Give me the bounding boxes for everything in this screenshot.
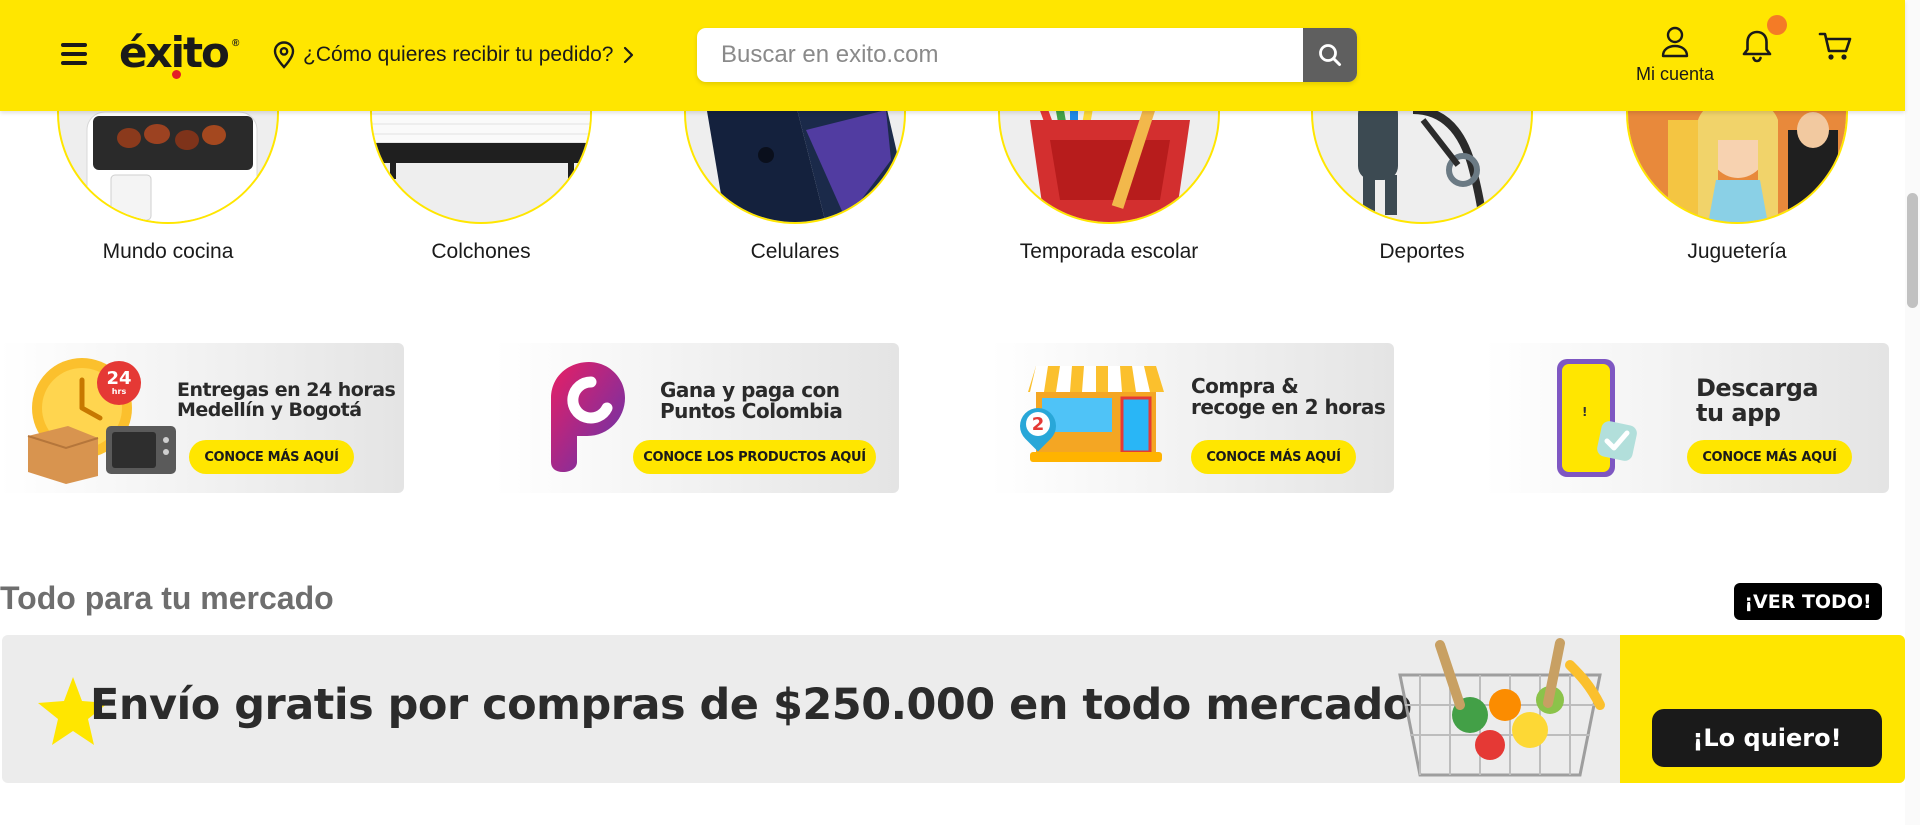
chevron-right-icon bbox=[623, 46, 633, 64]
promo-title-line2: recoge en 2 horas bbox=[1191, 395, 1386, 420]
location-pin-icon bbox=[273, 41, 295, 69]
logo-registered-mark: ® bbox=[232, 38, 240, 49]
logo-dot bbox=[172, 70, 181, 79]
site-header: éxito ® ¿Cómo quieres recibir tu pedido?… bbox=[0, 0, 1905, 111]
category-label: Temporada escolar bbox=[1019, 240, 1199, 263]
phone-mark: ! bbox=[1582, 405, 1588, 419]
see-all-button[interactable]: ¡VER TODO! bbox=[1734, 583, 1882, 620]
phone-app-icon bbox=[1557, 359, 1637, 477]
cart-icon bbox=[1818, 32, 1852, 60]
account-button[interactable]: Mi cuenta bbox=[1628, 26, 1722, 85]
promo-card-puntos-colombia[interactable]: Gana y paga con Puntos Colombia CONOCE L… bbox=[495, 343, 899, 493]
promo-card-download-app[interactable]: ! Descarga tu app CONOCE MÁS AQUÍ bbox=[1485, 343, 1889, 493]
account-label: Mi cuenta bbox=[1635, 64, 1715, 84]
promo-title-line2: Medellín y Bogotá bbox=[177, 399, 362, 422]
search-icon bbox=[1319, 44, 1341, 66]
category-label: Mundo cocina bbox=[102, 240, 234, 263]
user-icon bbox=[1661, 26, 1689, 58]
search-bar bbox=[697, 28, 1357, 82]
promo-title-line1: Entregas en 24 horas bbox=[177, 379, 396, 401]
page-scrollbar-thumb[interactable] bbox=[1907, 193, 1918, 308]
section-title: Todo para tu mercado bbox=[0, 580, 334, 616]
notifications-button[interactable] bbox=[1739, 28, 1775, 64]
cart-button[interactable] bbox=[1818, 28, 1854, 64]
page-scrollbar-track[interactable] bbox=[1905, 0, 1920, 825]
delivery-prompt: ¿Cómo quieres recibir tu pedido? bbox=[303, 43, 614, 66]
promo-title: Descarga tu app bbox=[1696, 374, 1819, 428]
puntos-colombia-logo-icon bbox=[551, 362, 625, 472]
promo-title: Gana y paga con Puntos Colombia bbox=[660, 378, 843, 424]
24h-badge-number: 24 bbox=[106, 368, 132, 389]
banner-cta-button[interactable]: ¡Lo quiero! bbox=[1652, 709, 1882, 767]
category-label: Celulares bbox=[750, 240, 840, 263]
notification-badge bbox=[1767, 15, 1787, 35]
category-label: Juguetería bbox=[1687, 240, 1787, 263]
promo-button[interactable]: CONOCE LOS PRODUCTOS AQUÍ bbox=[633, 440, 876, 474]
search-button[interactable] bbox=[1303, 28, 1357, 82]
free-shipping-banner[interactable]: Envío gratis por compras de $250.000 en … bbox=[2, 635, 1905, 783]
search-input[interactable] bbox=[697, 28, 1303, 82]
promo-title: Compra & recoge en 2 horas bbox=[1191, 374, 1386, 420]
promo-title-line2: Puntos Colombia bbox=[660, 399, 843, 424]
promo-title-line1: Compra & bbox=[1191, 374, 1299, 398]
promo-title: Entregas en 24 horas Medellín y Bogotá bbox=[177, 379, 396, 422]
promo-button[interactable]: CONOCE MÁS AQUÍ bbox=[1687, 440, 1852, 474]
grocery-cart-icon bbox=[1398, 638, 1605, 777]
promo-button[interactable]: CONOCE MÁS AQUÍ bbox=[1191, 440, 1356, 474]
promo-button[interactable]: CONOCE MÁS AQUÍ bbox=[189, 440, 354, 474]
menu-icon[interactable] bbox=[61, 40, 87, 68]
pin-number: 2 bbox=[1026, 412, 1050, 436]
bell-icon bbox=[1742, 30, 1772, 63]
promo-title-line2: tu app bbox=[1696, 399, 1781, 428]
category-label: Colchones bbox=[431, 240, 531, 263]
promo-title-line1: Descarga bbox=[1696, 374, 1819, 402]
category-label: Deportes bbox=[1379, 240, 1465, 263]
banner-headline: Envío gratis por compras de $250.000 en … bbox=[90, 680, 1412, 730]
delivery-selector[interactable]: ¿Cómo quieres recibir tu pedido? bbox=[273, 40, 634, 70]
24h-badge: 24 hrs bbox=[97, 361, 141, 405]
24h-badge-unit: hrs bbox=[111, 387, 127, 396]
promo-title-line1: Gana y paga con bbox=[660, 378, 840, 402]
promo-card-24h-delivery[interactable]: 24 hrs Entregas en 24 horas Medellín y B… bbox=[0, 343, 404, 493]
promo-card-pickup[interactable]: 2 Compra & recoge en 2 horas CONOCE MÁS … bbox=[990, 343, 1394, 493]
